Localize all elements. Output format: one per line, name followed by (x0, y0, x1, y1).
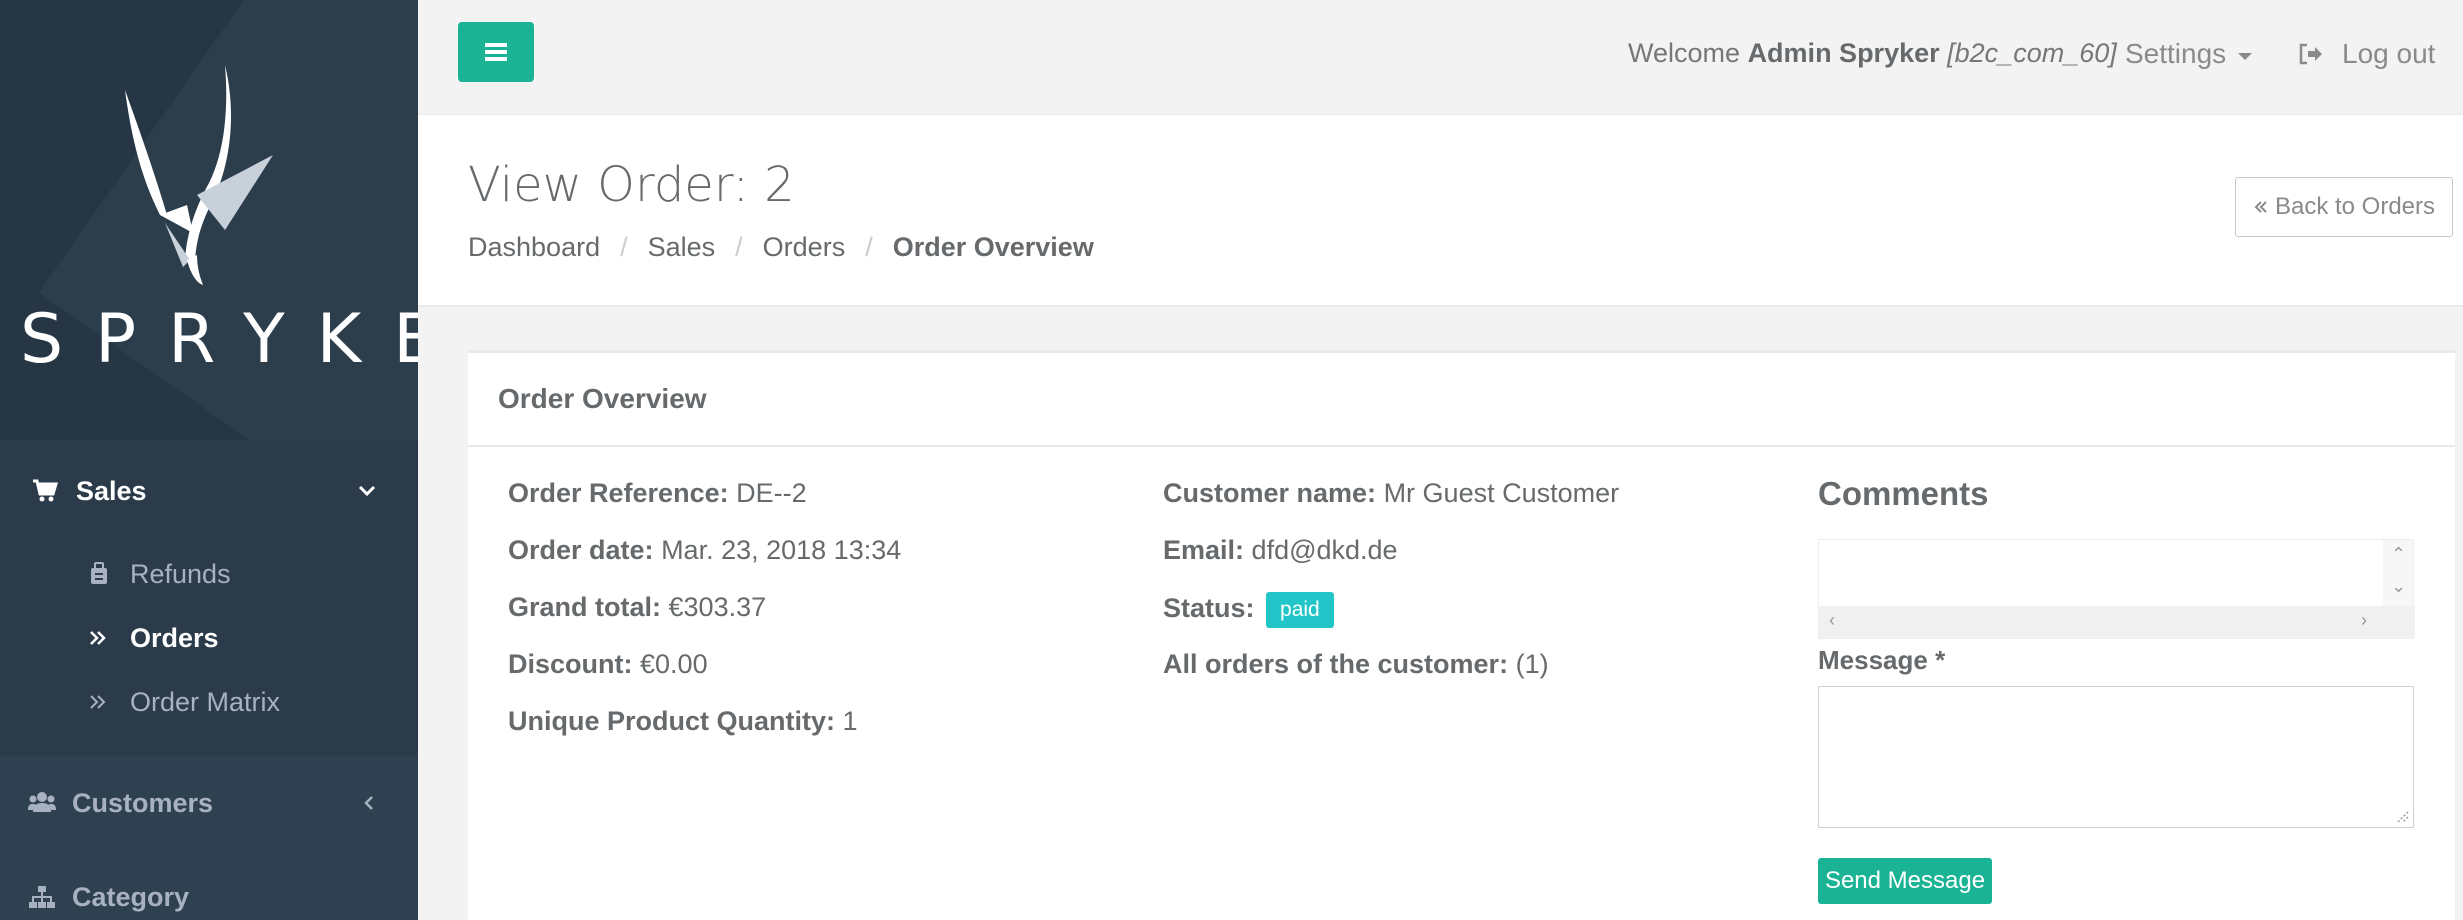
settings-label: Settings (2125, 38, 2227, 69)
panel-title: Order Overview (468, 353, 2455, 447)
breadcrumb-separator: / (735, 232, 743, 262)
spryker-logo-icon (125, 65, 273, 285)
sidebar-nav: Sales Refunds Orders Order Matrix Custom… (0, 440, 418, 920)
field-value: €303.37 (668, 592, 767, 622)
logout-label: Log out (2342, 38, 2436, 69)
page-title: View Order: 2 (468, 157, 795, 213)
sidebar-item-customers[interactable]: Customers (0, 756, 418, 850)
field-label: Grand total: (508, 592, 661, 622)
caret-down-icon (2238, 52, 2253, 60)
sidebar-item-order-matrix[interactable]: Order Matrix (0, 670, 418, 734)
message-label: Message * (1818, 645, 1946, 675)
sidebar-item-category[interactable]: Category (0, 850, 418, 920)
double-chevron-left-icon (2254, 201, 2267, 213)
sidebar-item-label: Order Matrix (130, 686, 281, 717)
sidebar-header: SPRYKER (0, 0, 418, 440)
users-icon (28, 792, 56, 812)
cart-icon (33, 479, 58, 502)
field-value: 1 (842, 706, 858, 736)
breadcrumb-orders[interactable]: Orders (763, 232, 846, 263)
welcome-text: Welcome Admin Spryker [b2c_com_60] (1628, 38, 2117, 69)
comments-section: Comments ⌃ ⌄ ‹ › Message * Send Message (1818, 475, 2418, 904)
order-status: Status: paid (1163, 592, 1619, 649)
breadcrumb-sales[interactable]: Sales (648, 232, 716, 263)
unique-product-quantity: Unique Product Quantity: 1 (508, 706, 901, 763)
comments-title: Comments (1818, 475, 1989, 512)
field-value: Mr Guest Customer (1383, 478, 1620, 508)
breadcrumb-current: Order Overview (892, 232, 1094, 262)
field-label: Order Reference: (508, 478, 729, 508)
scroll-right-icon[interactable]: › (2361, 610, 2367, 631)
top-navbar: Welcome Admin Spryker [b2c_com_60] Setti… (418, 0, 2463, 115)
sidebar-item-label: Refunds (130, 558, 231, 589)
sidebar-item-label: Category (72, 881, 190, 912)
order-reference: Order Reference: DE--2 (508, 478, 901, 535)
discount: Discount: €0.00 (508, 649, 901, 706)
sidebar-item-orders[interactable]: Orders (0, 606, 418, 670)
customer-email: Email: dfd@dkd.de (1163, 535, 1619, 592)
field-label: All orders of the customer: (1163, 649, 1509, 679)
field-value: €0.00 (640, 649, 708, 679)
customer-name: Customer name: Mr Guest Customer (1163, 478, 1619, 535)
back-to-orders-button[interactable]: Back to Orders (2235, 177, 2453, 237)
sidebar-item-label: Sales (76, 475, 147, 506)
breadcrumb-dashboard[interactable]: Dashboard (468, 232, 600, 263)
sidebar-item-refunds[interactable]: Refunds (0, 542, 418, 606)
comments-list[interactable]: ⌃ ⌄ ‹ › (1818, 539, 2415, 639)
order-overview-panel: Order Overview Order Reference: DE--2 Or… (468, 350, 2455, 920)
breadcrumb-separator: / (620, 232, 628, 262)
field-value: DE--2 (736, 478, 807, 508)
all-orders-link[interactable]: (1) (1516, 649, 1549, 679)
scroll-left-icon[interactable]: ‹ (1829, 610, 1835, 631)
field-label: Discount: (508, 649, 633, 679)
double-chevron-right-icon (90, 695, 106, 709)
menu-toggle-button[interactable] (458, 22, 534, 82)
sidebar-item-sales[interactable]: Sales (0, 440, 418, 542)
sidebar-item-label: Orders (130, 622, 219, 653)
resize-grip-icon[interactable] (2395, 809, 2409, 823)
double-chevron-right-icon (90, 631, 106, 645)
breadcrumb: Dashboard / Sales / Orders / Order Overv… (468, 232, 1094, 263)
field-label: Order date: (508, 535, 654, 565)
user-name: Admin Spryker (1747, 38, 1940, 68)
field-value: dfd@dkd.de (1251, 535, 1398, 565)
vertical-scrollbar[interactable]: ⌃ ⌄ (2383, 540, 2413, 608)
order-details: Order Reference: DE--2 Order date: Mar. … (508, 478, 901, 763)
welcome-prefix: Welcome (1628, 38, 1741, 68)
grand-total: Grand total: €303.37 (508, 592, 901, 649)
message-textarea[interactable] (1818, 686, 2414, 828)
chevron-left-icon (364, 796, 373, 810)
refund-icon (91, 562, 107, 584)
send-message-button[interactable]: Send Message (1818, 858, 1992, 904)
sitemap-icon (29, 886, 55, 908)
order-date: Order date: Mar. 23, 2018 13:34 (508, 535, 901, 592)
status-badge: paid (1266, 592, 1334, 628)
sign-out-icon (2299, 43, 2322, 65)
field-label: Unique Product Quantity: (508, 706, 835, 736)
sidebar: SPRYKER Sales Refunds (0, 0, 418, 920)
field-value: Mar. 23, 2018 13:34 (661, 535, 902, 565)
logout-link[interactable]: Log out (2298, 38, 2435, 70)
scroll-down-icon[interactable]: ⌄ (2391, 576, 2406, 597)
field-label: Customer name: (1163, 478, 1377, 508)
field-label: Status: (1163, 593, 1255, 624)
field-label: Email: (1163, 535, 1245, 565)
chevron-down-icon (358, 485, 376, 497)
settings-dropdown[interactable]: Settings (2125, 38, 2253, 70)
sales-submenu: Refunds Orders Order Matrix (0, 542, 418, 756)
breadcrumb-separator: / (865, 232, 873, 262)
brand-wordmark: SPRYKER (20, 300, 418, 379)
page-heading: View Order: 2 Dashboard / Sales / Orders… (418, 115, 2463, 307)
back-label: Back to Orders (2274, 193, 2436, 220)
all-orders-of-customer: All orders of the customer: (1) (1163, 649, 1619, 706)
customer-details: Customer name: Mr Guest Customer Email: … (1163, 478, 1619, 706)
sidebar-item-label: Customers (72, 787, 214, 818)
hamburger-icon (485, 40, 507, 64)
scroll-up-icon[interactable]: ⌃ (2391, 544, 2406, 565)
store-name: [b2c_com_60] (1947, 38, 2117, 68)
horizontal-scrollbar[interactable]: ‹ › (1819, 606, 2415, 638)
